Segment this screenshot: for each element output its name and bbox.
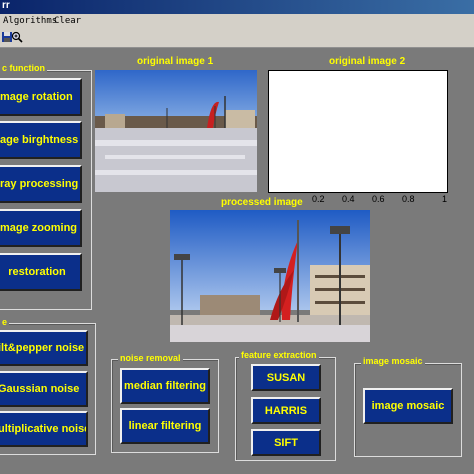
original-image-1: [95, 70, 257, 192]
harris-button[interactable]: HARRIS: [251, 397, 321, 424]
menu-bar: Algorithms Clear: [0, 14, 474, 31]
x-tick: 0.4: [342, 194, 355, 204]
feature-extraction-label: feature extraction: [239, 350, 319, 360]
multiplicative-noise-button[interactable]: ultiplicative noise: [0, 411, 88, 447]
median-filtering-button[interactable]: median filtering: [120, 368, 210, 404]
gray-processing-button[interactable]: ray processing: [0, 165, 82, 203]
processed-image: [170, 210, 370, 342]
restoration-button[interactable]: restoration: [0, 253, 82, 291]
image-brightness-button[interactable]: age birghtness: [0, 121, 82, 159]
basic-function-label: c function: [0, 63, 47, 73]
image-zooming-button[interactable]: mage zooming: [0, 209, 82, 247]
linear-filtering-button[interactable]: linear filtering: [120, 408, 210, 444]
noise-removal-label: noise removal: [118, 353, 183, 363]
image-mosaic-button[interactable]: image mosaic: [363, 388, 453, 424]
noise-panel-label: e: [0, 317, 10, 327]
original-image-2-title: original image 2: [329, 56, 406, 67]
title-bar: rr: [0, 0, 474, 14]
toolbar: [0, 30, 474, 48]
image-mosaic-label: image mosaic: [361, 356, 425, 366]
processed-image-title: processed image: [221, 197, 303, 208]
x-tick: 1: [442, 194, 448, 204]
image-rotation-button[interactable]: mage rotation: [0, 78, 82, 116]
gaussian-noise-button[interactable]: Gaussian noise: [0, 371, 88, 407]
susan-button[interactable]: SUSAN: [251, 364, 321, 391]
menu-algorithms[interactable]: Algorithms: [3, 16, 57, 26]
menu-clear[interactable]: Clear: [54, 16, 81, 26]
x-tick: 0.2: [312, 194, 325, 204]
sift-button[interactable]: SIFT: [251, 429, 321, 456]
original-image-2-axes: [268, 70, 448, 193]
original-image-1-title: original image 1: [137, 56, 214, 67]
x-tick: 0.8: [402, 194, 415, 204]
zoom-in-icon[interactable]: [10, 31, 24, 45]
x-tick: 0.6: [372, 194, 385, 204]
window-title: rr: [2, 0, 10, 11]
salt-pepper-noise-button[interactable]: ilt&pepper noise: [0, 330, 88, 366]
